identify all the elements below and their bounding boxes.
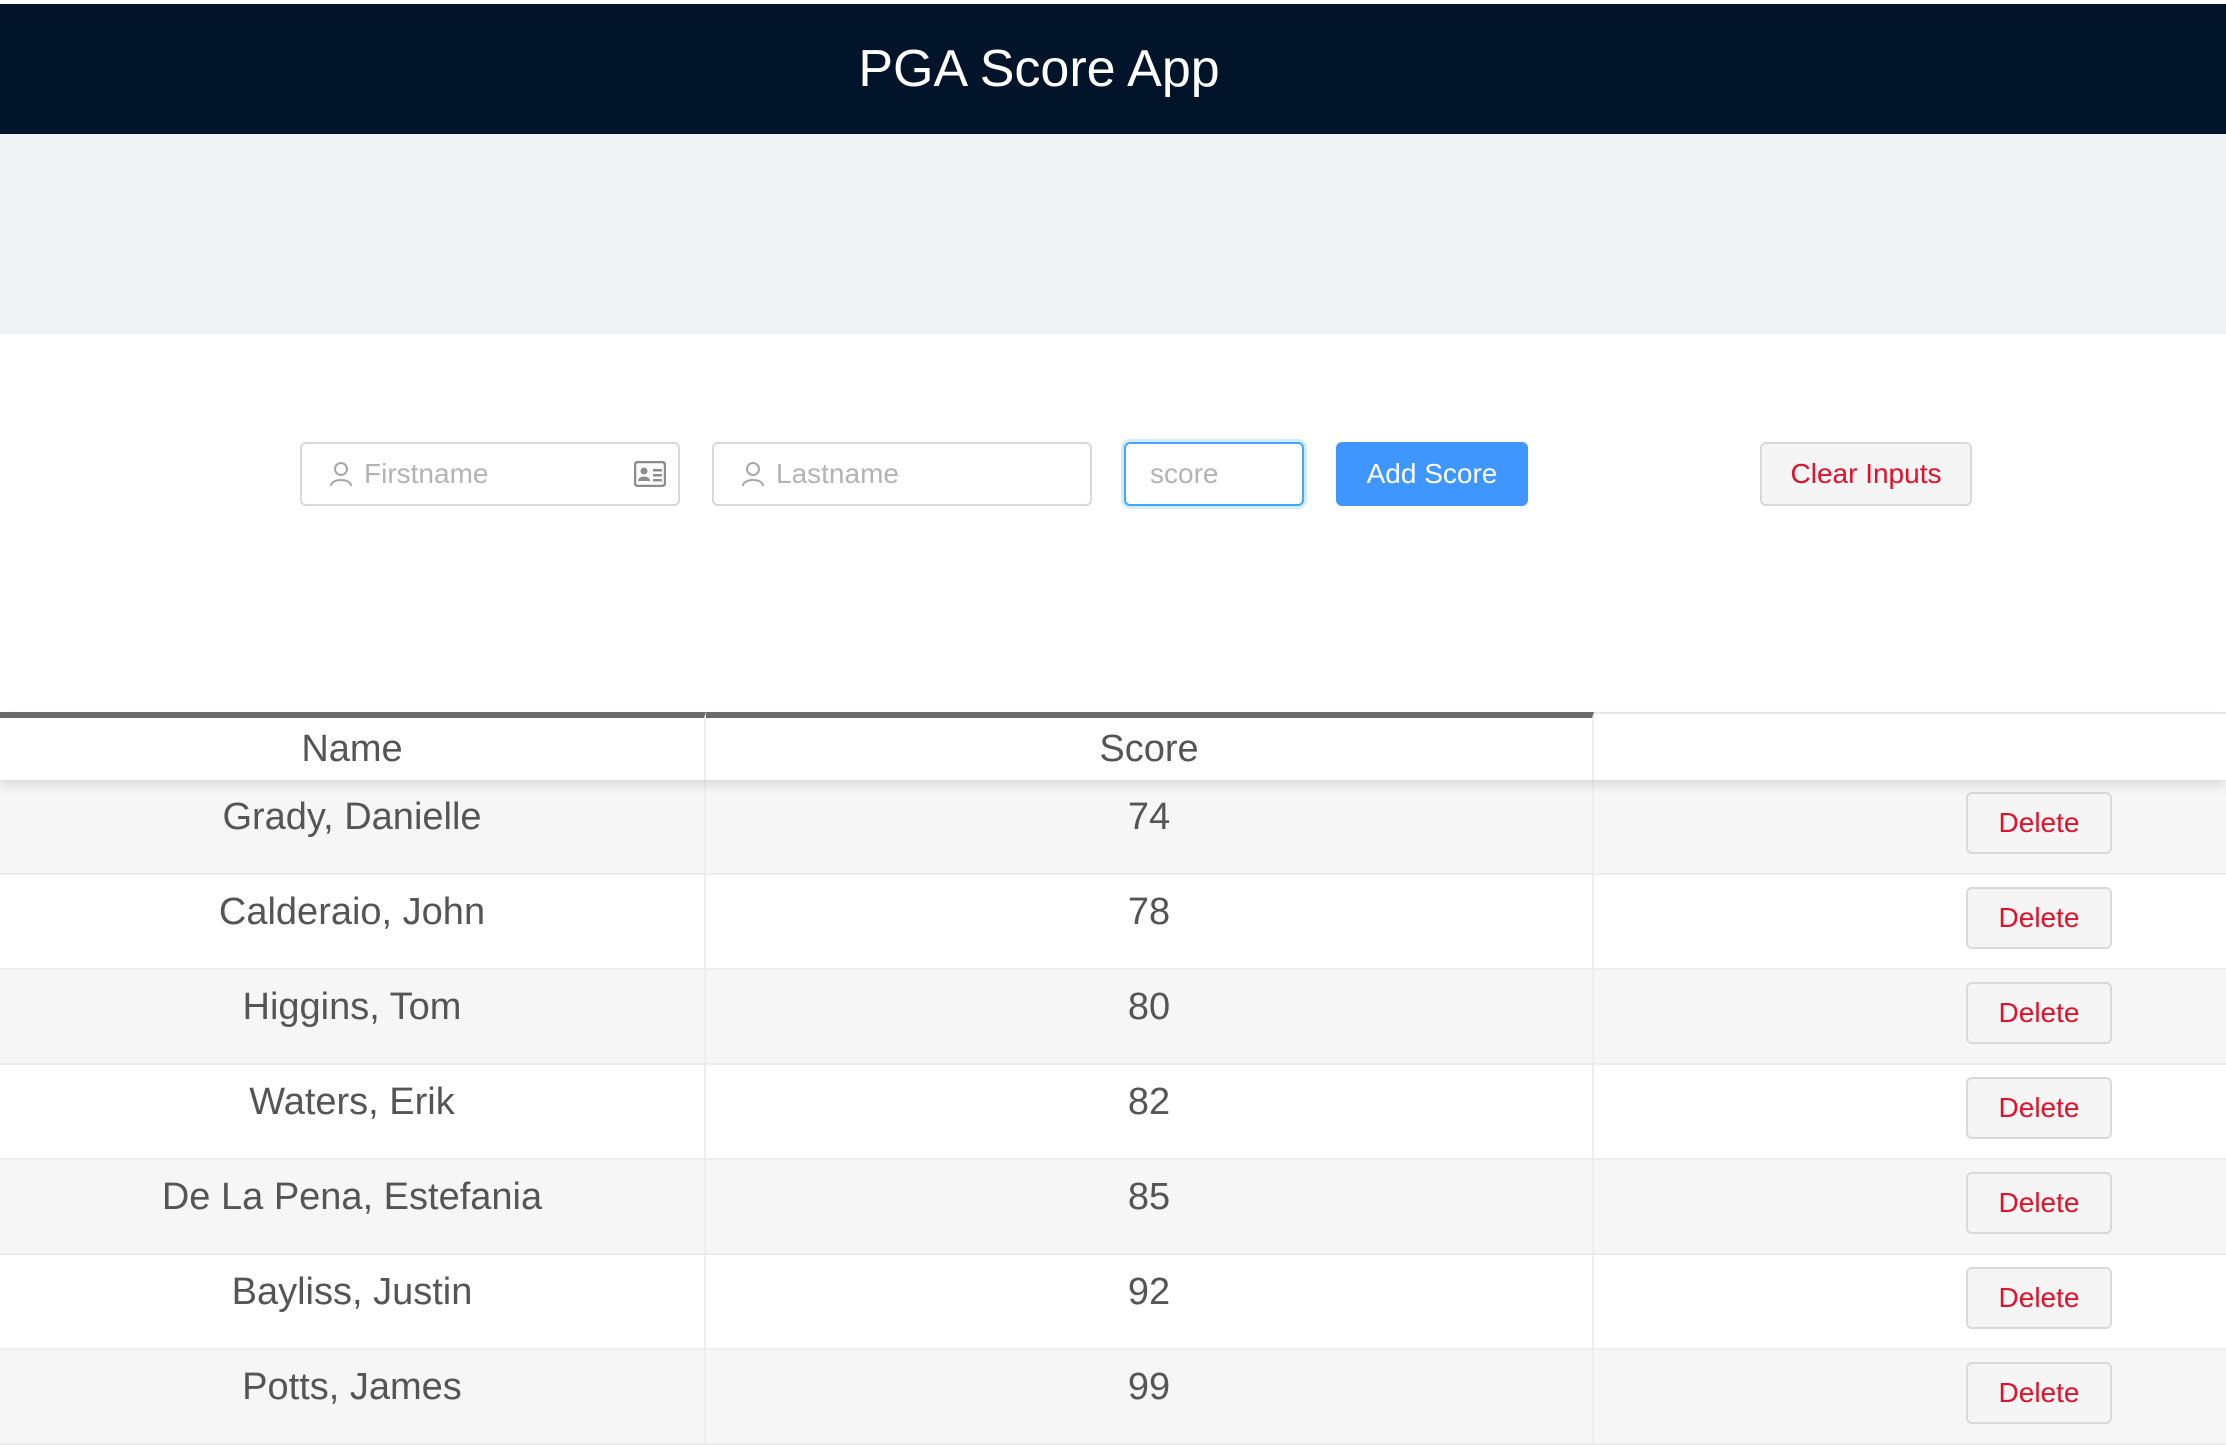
delete-button[interactable]: Delete — [1966, 1077, 2112, 1139]
player-name: Calderaio, John — [0, 875, 706, 968]
player-score: 74 — [706, 780, 1594, 873]
lastname-field[interactable] — [712, 442, 1092, 506]
delete-button[interactable]: Delete — [1966, 1267, 2112, 1329]
player-score: 80 — [706, 970, 1594, 1063]
delete-button[interactable]: Delete — [1966, 982, 2112, 1044]
player-name: Grady, Danielle — [0, 780, 706, 873]
table-row: Potts, James 99 Delete — [0, 1350, 2226, 1445]
firstname-field[interactable] — [300, 442, 680, 506]
app-title: PGA Score App — [858, 40, 1220, 98]
user-icon — [330, 462, 352, 487]
firstname-input[interactable] — [364, 444, 634, 504]
row-action: Delete — [1594, 875, 2226, 968]
player-score: 99 — [706, 1350, 1594, 1443]
table-row: Higgins, Tom 80 Delete — [0, 970, 2226, 1065]
player-name: Potts, James — [0, 1350, 706, 1443]
player-name: De La Pena, Estefania — [0, 1160, 706, 1253]
player-name: Waters, Erik — [0, 1065, 706, 1158]
column-header-action — [1594, 712, 2226, 780]
table-row: De La Pena, Estefania 85 Delete — [0, 1160, 2226, 1255]
scores-table: Name Score Grady, Danielle 74 Delete Cal… — [0, 712, 2226, 1445]
row-action: Delete — [1594, 1350, 2226, 1443]
player-score: 92 — [706, 1255, 1594, 1348]
column-header-name[interactable]: Name — [0, 712, 706, 780]
row-action: Delete — [1594, 780, 2226, 873]
table-row: Bayliss, Justin 92 Delete — [0, 1255, 2226, 1350]
banner-area — [0, 134, 2226, 334]
table-body: Grady, Danielle 74 Delete Calderaio, Joh… — [0, 780, 2226, 1445]
contact-card-icon — [634, 461, 666, 487]
delete-button[interactable]: Delete — [1966, 887, 2112, 949]
table-header: Name Score — [0, 712, 2226, 780]
column-header-score[interactable]: Score — [706, 712, 1594, 780]
score-field[interactable] — [1124, 442, 1304, 506]
player-name: Higgins, Tom — [0, 970, 706, 1063]
lastname-input[interactable] — [776, 444, 1090, 504]
player-score: 78 — [706, 875, 1594, 968]
user-icon — [742, 462, 764, 487]
delete-button[interactable]: Delete — [1966, 1172, 2112, 1234]
delete-button[interactable]: Delete — [1966, 1362, 2112, 1424]
table-row: Calderaio, John 78 Delete — [0, 875, 2226, 970]
clear-inputs-button[interactable]: Clear Inputs — [1760, 442, 1972, 506]
add-score-button[interactable]: Add Score — [1336, 442, 1528, 506]
player-score: 82 — [706, 1065, 1594, 1158]
score-input[interactable] — [1126, 444, 1302, 504]
player-score: 85 — [706, 1160, 1594, 1253]
app-header: PGA Score App — [0, 4, 2226, 134]
table-row: Grady, Danielle 74 Delete — [0, 780, 2226, 875]
player-name: Bayliss, Justin — [0, 1255, 706, 1348]
delete-button[interactable]: Delete — [1966, 792, 2112, 854]
table-row: Waters, Erik 82 Delete — [0, 1065, 2226, 1160]
score-form: Add Score Clear Inputs — [0, 442, 2226, 506]
row-action: Delete — [1594, 970, 2226, 1063]
row-action: Delete — [1594, 1160, 2226, 1253]
row-action: Delete — [1594, 1255, 2226, 1348]
row-action: Delete — [1594, 1065, 2226, 1158]
